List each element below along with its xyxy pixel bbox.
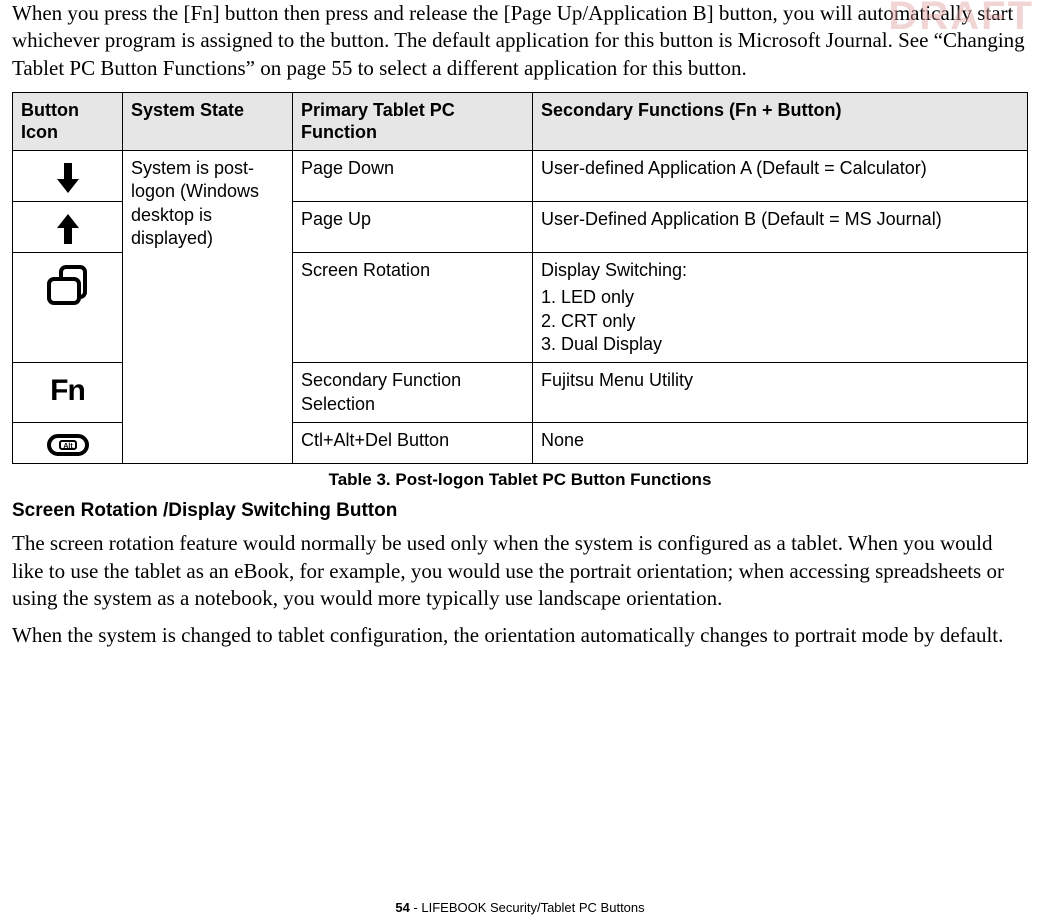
icon-cell	[13, 201, 123, 252]
fn-icon: Fn	[50, 371, 85, 410]
secondary-item: 1. LED only	[541, 286, 1019, 309]
icon-cell	[13, 150, 123, 201]
footer-title: LIFEBOOK Security/Tablet PC Buttons	[421, 900, 644, 915]
secondary-item: 2. CRT only	[541, 310, 1019, 333]
arrow-down-icon	[21, 161, 114, 195]
primary-cell: Page Up	[293, 201, 533, 252]
secondary-cell: User-defined Application A (Default = Ca…	[533, 150, 1028, 201]
body-paragraph-2: When the system is changed to tablet con…	[12, 622, 1028, 649]
th-button-icon: Button Icon	[13, 92, 123, 150]
body-paragraph-1: The screen rotation feature would normal…	[12, 530, 1028, 612]
icon-cell: Fn	[13, 363, 123, 423]
table-header-row: Button Icon System State Primary Tablet …	[13, 92, 1028, 150]
secondary-cell: Display Switching: 1. LED only 2. CRT on…	[533, 252, 1028, 363]
system-state-cell: System is post-logon (Windows desktop is…	[123, 150, 293, 463]
primary-cell: Page Down	[293, 150, 533, 201]
secondary-cell: User-Defined Application B (Default = MS…	[533, 201, 1028, 252]
page-footer: 54 - LIFEBOOK Security/Tablet PC Buttons	[0, 900, 1040, 915]
th-primary: Primary Tablet PC Function	[293, 92, 533, 150]
table-caption: Table 3. Post-logon Tablet PC Button Fun…	[12, 470, 1028, 490]
button-functions-table: Button Icon System State Primary Tablet …	[12, 92, 1028, 464]
primary-cell: Ctl+Alt+Del Button	[293, 423, 533, 464]
icon-cell	[13, 252, 123, 363]
th-secondary: Secondary Functions (Fn + Button)	[533, 92, 1028, 150]
arrow-up-icon	[21, 212, 114, 246]
primary-cell: Secondary Function Selection	[293, 363, 533, 423]
secondary-cell: None	[533, 423, 1028, 464]
footer-sep: -	[410, 900, 422, 915]
secondary-item: 3. Dual Display	[541, 333, 1019, 356]
th-system-state: System State	[123, 92, 293, 150]
document-page: DRAFT When you press the [Fn] button the…	[0, 0, 1040, 921]
secondary-cell: Fujitsu Menu Utility	[533, 363, 1028, 423]
svg-text:Alt: Alt	[63, 443, 73, 450]
intro-paragraph: When you press the [Fn] button then pres…	[12, 0, 1028, 82]
screen-rotation-icon	[21, 263, 114, 309]
secondary-title: Display Switching:	[541, 259, 1019, 282]
table-row: System is post-logon (Windows desktop is…	[13, 150, 1028, 201]
icon-cell: Alt	[13, 423, 123, 464]
page-number: 54	[395, 900, 409, 915]
section-heading: Screen Rotation /Display Switching Butto…	[12, 500, 1028, 522]
primary-cell: Screen Rotation	[293, 252, 533, 363]
ctrl-alt-del-icon: Alt	[21, 433, 114, 457]
